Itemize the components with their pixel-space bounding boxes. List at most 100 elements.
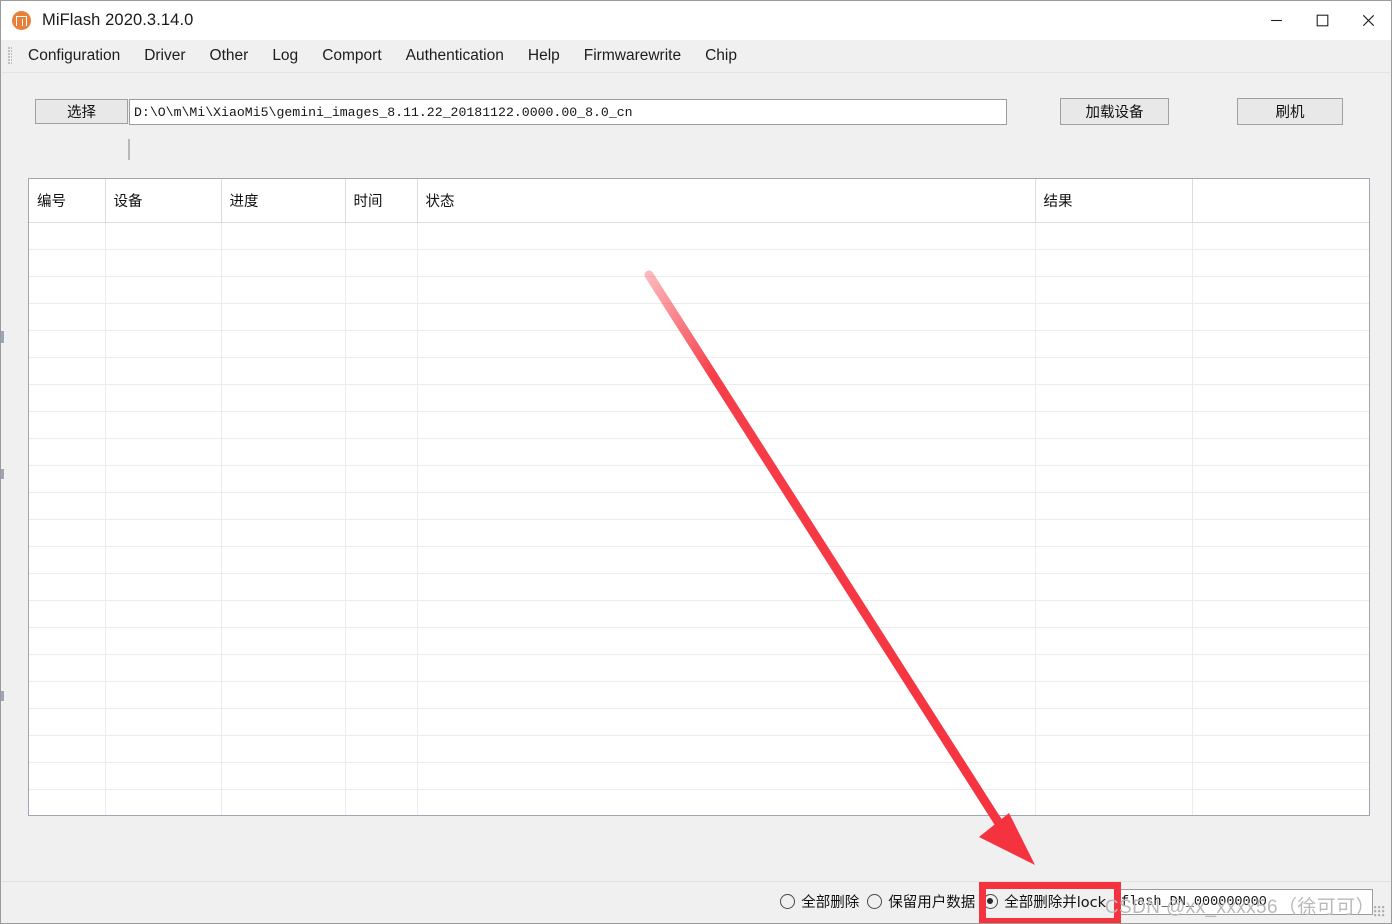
table-cell-empty: [105, 330, 222, 358]
table-cell-empty: [345, 438, 418, 466]
menu-item-firmwarewrite[interactable]: Firmwarewrite: [572, 43, 693, 69]
table-cell-empty: [345, 735, 418, 763]
menu-item-log[interactable]: Log: [260, 43, 310, 69]
table-cell-empty: [1035, 357, 1193, 385]
table-cell-empty: [417, 465, 1036, 493]
table-cell-empty: [105, 303, 222, 331]
table-cell-empty: [345, 303, 418, 331]
table-cell-empty: [1035, 789, 1193, 815]
table-cell-empty: [345, 519, 418, 547]
table-cell-empty: [1192, 411, 1369, 439]
table-cell-empty: [105, 708, 222, 736]
menu-item-help[interactable]: Help: [516, 43, 572, 69]
table-cell-empty: [417, 519, 1036, 547]
table-cell-empty: [29, 735, 106, 763]
table-cell-empty: [221, 573, 346, 601]
table-cell-empty: [345, 249, 418, 277]
table-cell-empty: [221, 789, 346, 815]
close-icon[interactable]: [1345, 1, 1391, 40]
table-cell-empty: [1035, 519, 1193, 547]
table-cell-empty: [1192, 708, 1369, 736]
table-cell-empty: [417, 573, 1036, 601]
table-row-empty: [29, 708, 1369, 736]
table-cell-empty: [417, 384, 1036, 412]
table-cell-empty: [1192, 465, 1369, 493]
table-row-empty: [29, 627, 1369, 655]
table-cell-empty: [1035, 762, 1193, 790]
table-cell-empty: [105, 222, 222, 250]
menu-item-other[interactable]: Other: [198, 43, 261, 69]
table-cell-empty: [1192, 546, 1369, 574]
table-cell-empty: [345, 276, 418, 304]
device-table: 编号 设备 进度 时间 状态 结果: [28, 178, 1370, 816]
text-caret: [128, 139, 130, 160]
column-header-spacer: [1192, 179, 1369, 223]
maximize-icon[interactable]: [1299, 1, 1345, 40]
table-cell-empty: [1035, 330, 1193, 358]
menu-item-chip[interactable]: Chip: [693, 43, 749, 69]
radio-option-clean-all-and-lock[interactable]: 全部删除并lock: [983, 891, 1106, 912]
table-row-empty: [29, 573, 1369, 601]
table-cell-empty: [1192, 735, 1369, 763]
table-cell-empty: [29, 276, 106, 304]
table-cell-empty: [221, 330, 346, 358]
flash-button[interactable]: 刷机: [1237, 98, 1343, 125]
load-device-button[interactable]: 加载设备: [1060, 98, 1169, 125]
table-cell-empty: [345, 411, 418, 439]
table-row-empty: [29, 384, 1369, 412]
select-folder-button[interactable]: 选择: [35, 99, 128, 124]
table-row-empty: [29, 600, 1369, 628]
table-cell-empty: [417, 654, 1036, 682]
column-header-status[interactable]: 状态: [417, 179, 1036, 223]
menu-item-driver[interactable]: Driver: [132, 43, 197, 69]
menu-item-authentication[interactable]: Authentication: [394, 43, 516, 69]
table-cell-empty: [1192, 600, 1369, 628]
menu-item-comport[interactable]: Comport: [310, 43, 393, 69]
minimize-icon[interactable]: [1253, 1, 1299, 40]
column-header-progress[interactable]: 进度: [221, 179, 346, 223]
table-cell-empty: [105, 789, 222, 815]
table-cell-empty: [29, 627, 106, 655]
table-cell-empty: [1035, 708, 1193, 736]
table-cell-empty: [1035, 573, 1193, 601]
table-cell-empty: [221, 708, 346, 736]
column-header-index[interactable]: 编号: [29, 179, 106, 223]
table-cell-empty: [1192, 654, 1369, 682]
table-row-empty: [29, 249, 1369, 277]
table-cell-empty: [417, 249, 1036, 277]
table-cell-empty: [1035, 276, 1193, 304]
table-cell-empty: [1192, 519, 1369, 547]
table-row-empty: [29, 492, 1369, 520]
radio-label: 保留用户数据: [888, 895, 976, 911]
radio-option-clean-all[interactable]: 全部删除: [780, 891, 859, 912]
table-cell-empty: [417, 627, 1036, 655]
radio-option-save-user-data[interactable]: 保留用户数据: [867, 891, 975, 912]
column-header-time[interactable]: 时间: [345, 179, 418, 223]
table-cell-empty: [105, 384, 222, 412]
table-cell-empty: [417, 681, 1036, 709]
table-cell-empty: [417, 735, 1036, 763]
menu-grip-icon[interactable]: [8, 47, 12, 65]
table-cell-empty: [1035, 438, 1193, 466]
menu-item-configuration[interactable]: Configuration: [16, 43, 132, 69]
table-cell-empty: [417, 762, 1036, 790]
table-body: [29, 222, 1369, 815]
table-cell-empty: [1192, 384, 1369, 412]
menu-bar: Configuration Driver Other Log Comport A…: [2, 40, 1390, 73]
table-cell-empty: [29, 384, 106, 412]
table-cell-empty: [1192, 330, 1369, 358]
table-cell-empty: [105, 681, 222, 709]
firmware-path-input[interactable]: D:\O\m\Mi\XiaoMi5\gemini_images_8.11.22_…: [129, 99, 1007, 125]
table-cell-empty: [29, 681, 106, 709]
table-cell-empty: [105, 492, 222, 520]
column-header-result[interactable]: 结果: [1035, 179, 1193, 223]
column-header-device[interactable]: 设备: [105, 179, 222, 223]
table-cell-empty: [1192, 357, 1369, 385]
table-cell-empty: [105, 465, 222, 493]
table-cell-empty: [417, 708, 1036, 736]
table-cell-empty: [221, 681, 346, 709]
table-cell-empty: [1192, 492, 1369, 520]
table-cell-empty: [221, 303, 346, 331]
resize-grip-icon[interactable]: [1374, 906, 1386, 918]
table-cell-empty: [29, 708, 106, 736]
